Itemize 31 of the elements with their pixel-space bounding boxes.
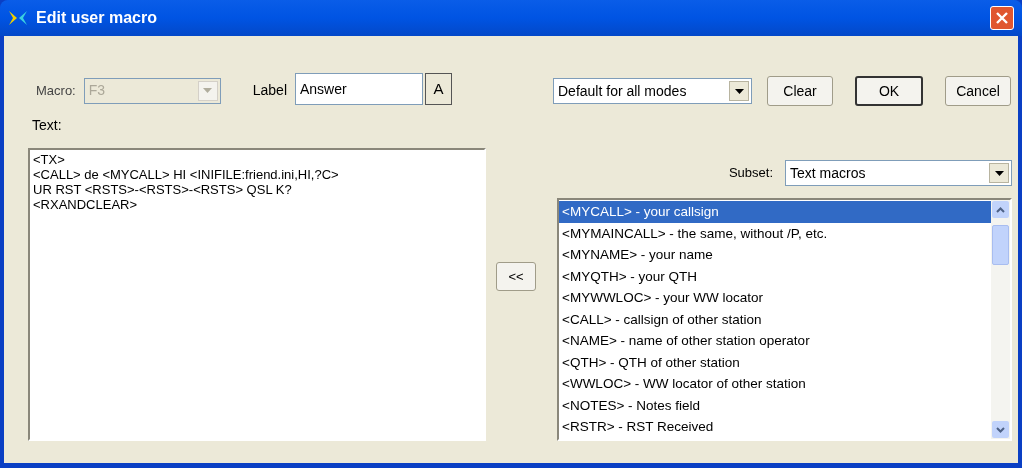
list-item[interactable]: <QTH> - QTH of other station [559,351,991,373]
subset-label: Subset: [728,164,773,183]
dialog-button[interactable]: Clear [767,76,833,106]
label-input[interactable]: Answer [295,73,423,105]
scrollbar[interactable] [991,200,1010,439]
macro-label: Macro: [36,81,76,100]
list-item[interactable]: <WWLOC> - WW locator of other station [559,373,991,395]
dialog-button[interactable]: Cancel [945,76,1011,106]
close-button[interactable] [990,6,1014,30]
scroll-up-icon[interactable] [992,201,1009,218]
subset-dropdown[interactable]: Text macros [785,160,1012,186]
list-item[interactable]: <NOTES> - Notes field [559,394,991,416]
list-item[interactable]: <RSTR> - RST Received [559,416,991,438]
macro-text-area[interactable]: <TX> <CALL> de <MYCALL> HI <INIFILE:friend.ini,HI,?C> UR RST <RSTS>-<RSTS>-<RSTS> QSL K? <RXANDCLEAR> [28,148,486,441]
scroll-down-icon[interactable] [992,421,1009,438]
list-item[interactable]: <MYMAINCALL> - the same, without /P, etc. [559,222,991,244]
window-title: Edit user macro [36,8,158,28]
list-item[interactable]: <NAME> - name of other station operator [559,330,991,352]
insert-button[interactable]: << [496,262,536,291]
scroll-thumb[interactable] [992,224,1009,265]
list-item[interactable]: <MYCALL> - your callsign [559,201,991,223]
text-label: Text: [32,116,63,135]
list-item[interactable]: <MYQTH> - your QTH [559,265,991,287]
list-item[interactable]: <MYWWLOC> - your WW locator [559,287,991,309]
close-icon [996,12,1008,24]
font-button[interactable]: A [425,73,452,105]
label-label: Label [252,81,287,100]
list-item[interactable]: <MYNAME> - your name [559,244,991,266]
dialog-button[interactable]: OK [855,76,923,106]
list-item[interactable]: <CALL> - callsign of other station [559,308,991,330]
mode-dropdown[interactable]: Default for all modes [553,78,752,104]
